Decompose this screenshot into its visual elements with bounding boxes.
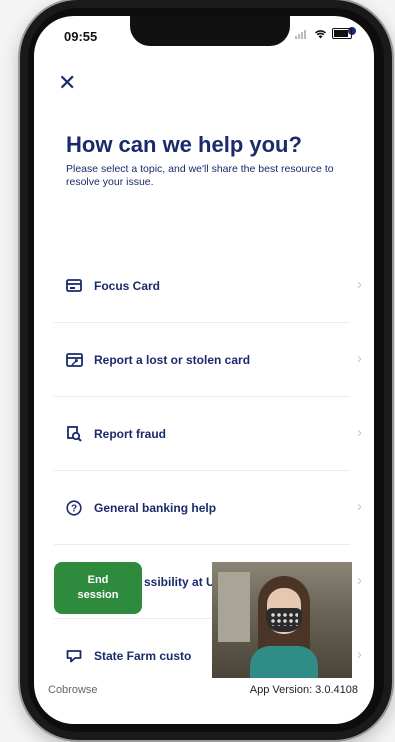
end-session-button[interactable]: End session	[54, 562, 142, 614]
page-subtitle: Please select a topic, and we'll share t…	[66, 163, 334, 188]
chat-icon	[54, 649, 94, 663]
topic-general-banking[interactable]: ? General banking help ›	[54, 471, 362, 545]
video-window	[218, 572, 250, 642]
signal-icon	[295, 29, 309, 39]
fraud-icon	[54, 425, 94, 442]
notch	[130, 16, 356, 46]
status-icons	[295, 28, 352, 39]
close-icon[interactable]: ✕	[58, 72, 76, 94]
chevron-right-icon: ›	[357, 572, 362, 589]
topic-report-lost-card[interactable]: Report a lost or stolen card ›	[54, 323, 362, 397]
cobrowse-label: Cobrowse	[48, 684, 98, 696]
wifi-icon	[314, 29, 327, 38]
status-time: 09:55	[64, 29, 98, 44]
chevron-right-icon: ›	[357, 350, 362, 367]
topic-focus-card[interactable]: Focus Card ›	[54, 249, 362, 323]
topic-label: Focus Card	[94, 278, 161, 293]
topic-label: Report a lost or stolen card	[94, 352, 251, 367]
svg-text:?: ?	[71, 503, 77, 514]
app-version: App Version: 3.0.4108	[249, 684, 358, 696]
chevron-right-icon: ›	[357, 276, 362, 293]
chevron-right-icon: ›	[357, 646, 362, 663]
topic-report-fraud[interactable]: Report fraud ›	[54, 397, 362, 471]
card-report-icon	[54, 352, 94, 367]
topic-label: General banking help	[94, 500, 217, 515]
app-screen: 09:55 ✕ How can we help you? Please sele…	[34, 16, 374, 724]
card-icon	[54, 279, 94, 292]
topic-label: State Farm custo	[94, 648, 192, 663]
video-person-shirt	[250, 646, 318, 678]
end-session-line2: session	[77, 589, 119, 601]
end-session-line1: End	[87, 574, 109, 586]
topic-label: ssibility at U	[144, 574, 215, 589]
video-person-mask	[266, 608, 302, 632]
chevron-right-icon: ›	[357, 424, 362, 441]
page-title: How can we help you?	[66, 132, 302, 157]
battery-icon	[332, 28, 352, 39]
footer: Cobrowse App Version: 3.0.4108	[34, 684, 374, 714]
video-call-preview[interactable]	[212, 562, 352, 678]
topic-label: Report fraud	[94, 426, 166, 441]
question-icon: ?	[54, 499, 94, 516]
chevron-right-icon: ›	[357, 498, 362, 515]
